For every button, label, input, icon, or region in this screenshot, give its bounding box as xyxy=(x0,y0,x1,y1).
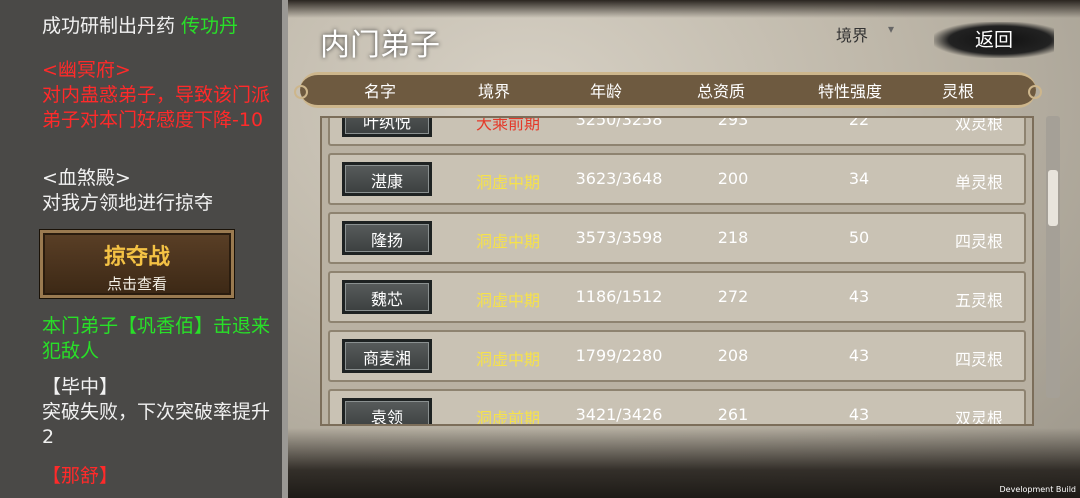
log-entry: 【毕中】 突破失败，下次突破率提升2 xyxy=(42,375,278,450)
log-item-name: 传功丹 xyxy=(181,15,239,37)
dev-build-label: Development Build xyxy=(999,485,1076,494)
column-header-band xyxy=(294,72,1042,108)
log-sect-name: <幽冥府> xyxy=(42,59,131,81)
disciple-trait: 22 xyxy=(848,116,870,129)
col-header-trait[interactable]: 特性强度 xyxy=(808,78,892,102)
disciple-trait: 50 xyxy=(848,228,870,247)
disciple-age: 1799/2280 xyxy=(575,346,663,365)
disciple-name: 商麦湘 xyxy=(342,339,432,373)
table-row[interactable]: 叶纨悦 大乘前期 3250/3258 293 22 双灵根 xyxy=(328,116,1026,146)
log-sect-name: <血煞殿> xyxy=(42,167,131,189)
disciple-age: 3573/3598 xyxy=(575,228,663,247)
raid-battle-title: 掠夺战 xyxy=(103,245,170,270)
disciple-name: 隆扬 xyxy=(342,221,432,255)
realm-filter-dropdown[interactable]: 境界 ▾ xyxy=(802,20,912,46)
back-button[interactable]: 返回 xyxy=(934,22,1054,58)
realm-filter-label: 境界 xyxy=(836,26,869,45)
disciple-root: 五灵根 xyxy=(954,291,1003,310)
disciple-trait: 43 xyxy=(848,346,870,365)
disciple-realm: 洞虚中期 xyxy=(475,173,540,192)
disciple-name: 魏芯 xyxy=(342,280,432,314)
disciple-root: 四灵根 xyxy=(954,232,1003,251)
disciple-root: 双灵根 xyxy=(954,409,1003,426)
log-text: 对我方领地进行掠夺 xyxy=(42,192,214,214)
log-person-name: 【那舒】 xyxy=(42,465,119,487)
table-row[interactable]: 商麦湘 洞虚中期 1799/2280 208 43 四灵根 xyxy=(328,330,1026,382)
raid-battle-button[interactable]: 掠夺战 点击查看 xyxy=(40,230,234,298)
col-header-age[interactable]: 年龄 xyxy=(576,78,636,102)
disciple-trait: 43 xyxy=(848,405,870,424)
disciple-age: 3623/3648 xyxy=(575,169,663,188)
disciple-root: 单灵根 xyxy=(954,173,1003,192)
log-text: 本门弟子【巩香佰】击退来犯敌人 xyxy=(42,315,271,362)
table-row[interactable]: 隆扬 洞虚中期 3573/3598 218 50 四灵根 xyxy=(328,212,1026,264)
col-header-realm[interactable]: 境界 xyxy=(464,78,524,102)
disciple-name: 叶纨悦 xyxy=(342,118,432,137)
disciple-trait: 34 xyxy=(848,169,870,188)
col-header-root[interactable]: 灵根 xyxy=(928,78,988,102)
log-entry: 【那舒】 xyxy=(42,464,278,489)
scrollbar-thumb[interactable] xyxy=(1048,170,1058,226)
disciple-age: 3250/3258 xyxy=(575,116,663,129)
log-person-name: 【毕中】 xyxy=(42,376,119,398)
disciple-list[interactable]: 叶纨悦 大乘前期 3250/3258 293 22 双灵根 湛康 洞虚中期 36… xyxy=(320,116,1034,426)
disciple-age: 1186/1512 xyxy=(575,287,663,306)
log-text: 突破失败，下次突破率提升2 xyxy=(42,401,271,448)
log-entry: <幽冥府> 对内蛊惑弟子，导致该门派弟子对本门好感度下降-10 xyxy=(42,58,278,133)
chevron-down-icon: ▾ xyxy=(888,22,895,36)
disciple-realm: 洞虚中期 xyxy=(475,232,540,251)
disciple-root: 四灵根 xyxy=(954,350,1003,369)
table-row[interactable]: 魏芯 洞虚中期 1186/1512 272 43 五灵根 xyxy=(328,271,1026,323)
col-header-name[interactable]: 名字 xyxy=(350,78,410,102)
disciple-name: 袁领 xyxy=(342,398,432,424)
table-row[interactable]: 湛康 洞虚中期 3623/3648 200 34 单灵根 xyxy=(328,153,1026,205)
inner-disciples-panel: 内门弟子 境界 ▾ 返回 名字 境界 年龄 总资质 特性强度 灵根 叶纨悦 大乘… xyxy=(288,0,1080,498)
ink-decoration xyxy=(288,0,1080,18)
disciple-aptitude: 218 xyxy=(717,228,749,247)
ink-decoration xyxy=(288,428,1080,498)
disciple-realm: 大乘前期 xyxy=(475,116,540,133)
disciple-realm: 洞虚中期 xyxy=(475,291,540,310)
log-entry: 本门弟子【巩香佰】击退来犯敌人 xyxy=(42,314,278,364)
disciple-age: 3421/3426 xyxy=(575,405,663,424)
disciple-aptitude: 261 xyxy=(717,405,749,424)
disciple-aptitude: 293 xyxy=(717,116,749,129)
log-text: 成功研制出丹药 xyxy=(42,15,182,37)
disciple-realm: 洞虚前期 xyxy=(475,409,540,426)
page-title: 内门弟子 xyxy=(320,28,440,63)
raid-battle-subtitle: 点击查看 xyxy=(106,275,167,293)
disciple-aptitude: 272 xyxy=(717,287,749,306)
disciple-root: 双灵根 xyxy=(954,116,1003,133)
log-entry: 成功研制出丹药 传功丹 xyxy=(42,14,278,39)
table-row[interactable]: 袁领 洞虚前期 3421/3426 261 43 双灵根 xyxy=(328,389,1026,426)
log-entry: <血煞殿> 对我方领地进行掠夺 xyxy=(42,166,278,216)
log-text: 对内蛊惑弟子，导致该门派弟子对本门好感度下降-10 xyxy=(42,84,271,131)
col-header-aptitude[interactable]: 总资质 xyxy=(686,78,756,102)
disciple-aptitude: 200 xyxy=(717,169,749,188)
disciple-trait: 43 xyxy=(848,287,870,306)
event-log-panel[interactable]: 成功研制出丹药 传功丹 <幽冥府> 对内蛊惑弟子，导致该门派弟子对本门好感度下降… xyxy=(0,0,282,498)
disciple-name: 湛康 xyxy=(342,162,432,196)
list-scrollbar[interactable] xyxy=(1046,116,1060,398)
disciple-aptitude: 208 xyxy=(717,346,749,365)
disciple-realm: 洞虚中期 xyxy=(475,350,540,369)
